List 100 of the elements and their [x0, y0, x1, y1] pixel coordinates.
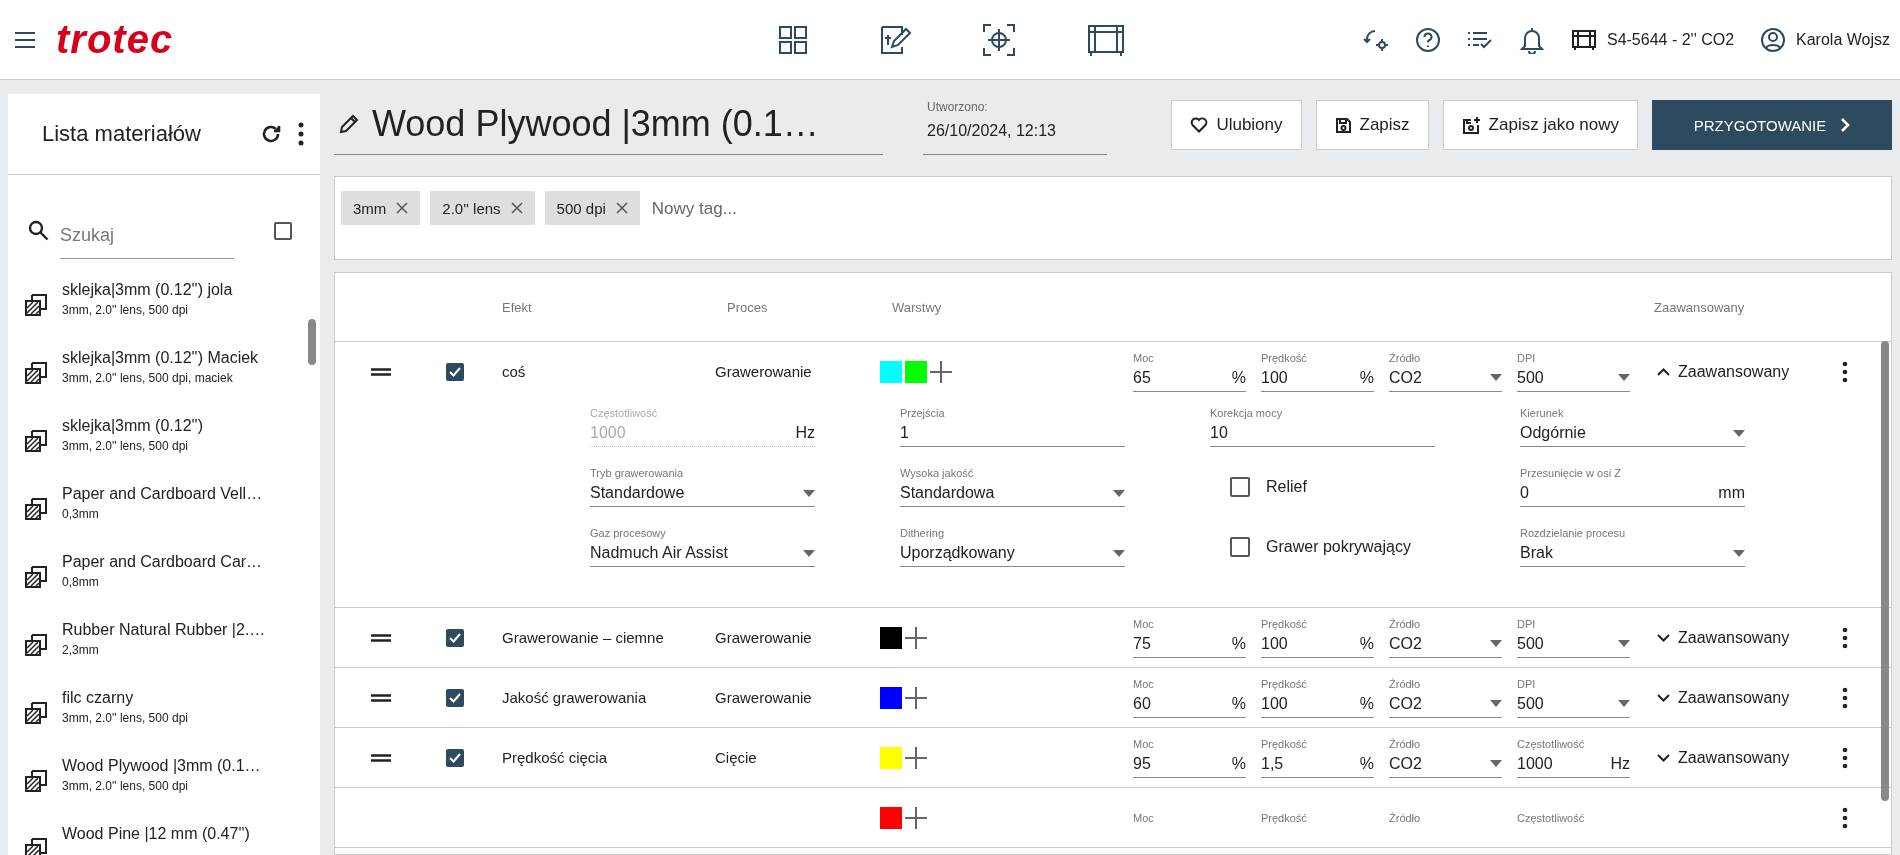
- row-checkbox[interactable]: [446, 362, 464, 381]
- input-field[interactable]: Moc 75 %: [1133, 617, 1246, 658]
- advanced-toggle[interactable]: Zaawansowany: [1657, 363, 1790, 381]
- sync-settings-icon[interactable]: [1362, 27, 1389, 52]
- input-field[interactable]: Częstotliwość: [1517, 811, 1630, 824]
- layer-swatch[interactable]: [880, 746, 902, 769]
- user-name[interactable]: Karola Wojsz: [1796, 30, 1890, 49]
- advanced-toggle[interactable]: Zaawansowany: [1657, 749, 1790, 767]
- material-name[interactable]: Wood Plywood |3mm (0.1…: [62, 757, 261, 775]
- input-field[interactable]: Moc 95 %: [1133, 737, 1246, 778]
- input-field[interactable]: Moc 60 %: [1133, 677, 1246, 718]
- material-stack-icon: [24, 361, 48, 385]
- dropdown-field[interactable]: Gaz procesowy Nadmuch Air Assist: [590, 527, 815, 567]
- dropdown-field[interactable]: Tryb grawerowania Standardowe: [590, 467, 815, 507]
- material-name[interactable]: Rubber Natural Rubber |2.…: [62, 621, 266, 639]
- column-header: Efekt: [502, 299, 533, 315]
- advanced-toggle[interactable]: Zaawansowany: [1657, 629, 1790, 647]
- more-options-icon[interactable]: [1842, 360, 1848, 383]
- tag-chip[interactable]: 2.0'' lens: [430, 191, 535, 225]
- material-stack-icon: [24, 565, 48, 589]
- scrollbar-thumb[interactable]: [1881, 341, 1889, 801]
- material-name[interactable]: Paper and Cardboard Vell…: [62, 485, 263, 503]
- drag-handle-icon[interactable]: [370, 693, 391, 702]
- add-icon[interactable]: [905, 686, 927, 709]
- material-name[interactable]: sklejka|3mm (0.12'') jola: [62, 281, 233, 299]
- input-field[interactable]: Korekcja mocy 10: [1210, 407, 1435, 447]
- dropdown-field[interactable]: Źródło CO2: [1389, 617, 1502, 658]
- material-name[interactable]: sklejka|3mm (0.12''): [62, 417, 203, 435]
- refresh-icon[interactable]: [260, 123, 282, 145]
- save-as-new-button[interactable]: Zapisz jako nowy: [1442, 100, 1638, 150]
- input-field[interactable]: Prędkość 100 %: [1261, 351, 1374, 392]
- dropdown-field[interactable]: Źródło: [1389, 811, 1502, 824]
- advanced-toggle[interactable]: Zaawansowany: [1657, 689, 1790, 707]
- select-all-checkbox[interactable]: [274, 222, 292, 240]
- machine-name[interactable]: S4-5644 - 2'' CO2: [1606, 30, 1735, 49]
- input-field[interactable]: Przejścia 1: [900, 407, 1125, 447]
- machine-frame-icon[interactable]: [1086, 22, 1126, 57]
- scrollbar-thumb[interactable]: [308, 319, 316, 365]
- option-checkbox[interactable]: [1230, 537, 1250, 557]
- material-title[interactable]: Wood Plywood |3mm (0.1…: [372, 103, 819, 145]
- prepare-button[interactable]: PRZYGOTOWANIE: [1652, 100, 1892, 150]
- dropdown-field[interactable]: Dithering Uporządkowany: [900, 527, 1125, 567]
- row-checkbox[interactable]: [446, 748, 464, 767]
- dropdown-field[interactable]: Źródło CO2: [1389, 351, 1502, 392]
- layer-swatch[interactable]: [880, 626, 902, 649]
- search-icon: [28, 220, 50, 242]
- more-options-icon[interactable]: [1842, 686, 1848, 709]
- add-icon[interactable]: [905, 746, 927, 769]
- material-name[interactable]: Wood Pine |12 mm (0.47''): [62, 825, 250, 843]
- layer-swatch[interactable]: [880, 360, 902, 383]
- input-field[interactable]: Częstotliwość 1000 Hz: [1517, 737, 1630, 778]
- input-field[interactable]: Moc 65 %: [1133, 351, 1246, 392]
- add-icon[interactable]: [930, 360, 952, 383]
- material-name[interactable]: sklejka|3mm (0.12'') Maciek: [62, 349, 259, 367]
- column-header: Zaawansowany: [1654, 299, 1745, 315]
- input-field[interactable]: Prędkość 100 %: [1261, 617, 1374, 658]
- close-icon[interactable]: [510, 202, 523, 214]
- favorite-button[interactable]: Ulubiony: [1171, 100, 1302, 150]
- grid-icon[interactable]: [778, 24, 808, 55]
- close-icon[interactable]: [396, 202, 409, 214]
- add-icon[interactable]: [905, 806, 927, 829]
- layer-swatch[interactable]: [905, 360, 927, 383]
- save-button[interactable]: Zapisz: [1315, 100, 1429, 150]
- dropdown-field[interactable]: Wysoka jakość Standardowa: [900, 467, 1125, 507]
- dropdown-field[interactable]: Źródło CO2: [1389, 677, 1502, 718]
- tag-chip[interactable]: 3mm: [341, 191, 421, 225]
- drag-handle-icon[interactable]: [370, 753, 391, 762]
- row-checkbox[interactable]: [446, 628, 464, 647]
- dropdown-field[interactable]: Źródło CO2: [1389, 737, 1502, 778]
- input-field[interactable]: Prędkość 1,5 %: [1261, 737, 1374, 778]
- dropdown-field[interactable]: DPI 500: [1517, 351, 1630, 392]
- menu-icon[interactable]: [14, 30, 36, 49]
- row-checkbox[interactable]: [446, 688, 464, 707]
- drag-handle-icon[interactable]: [370, 367, 391, 376]
- help-icon[interactable]: [1414, 26, 1441, 53]
- more-options-icon[interactable]: [298, 122, 304, 146]
- option-checkbox[interactable]: [1230, 477, 1250, 497]
- dropdown-field[interactable]: DPI 500: [1517, 677, 1630, 718]
- input-field[interactable]: Prędkość: [1261, 811, 1374, 824]
- dropdown-field[interactable]: DPI 500: [1517, 617, 1630, 658]
- layer-swatch[interactable]: [880, 806, 902, 829]
- input-field[interactable]: Moc: [1133, 811, 1246, 824]
- material-name[interactable]: filc czarny: [62, 689, 188, 707]
- bell-icon[interactable]: [1518, 25, 1545, 54]
- layer-swatch[interactable]: [880, 686, 902, 709]
- dropdown-field[interactable]: Kierunek Odgórnie: [1520, 407, 1745, 447]
- material-name[interactable]: Paper and Cardboard Car…: [62, 553, 263, 571]
- more-options-icon[interactable]: [1842, 746, 1848, 769]
- input-field[interactable]: Prędkość 100 %: [1261, 677, 1374, 718]
- input-field[interactable]: Przesunięcie w osi Z 0 mm: [1520, 467, 1745, 507]
- drag-handle-icon[interactable]: [370, 633, 391, 642]
- more-options-icon[interactable]: [1842, 626, 1848, 649]
- add-icon[interactable]: [905, 626, 927, 649]
- close-icon[interactable]: [615, 202, 628, 214]
- material-stack-icon: [24, 497, 48, 521]
- user-avatar-icon[interactable]: [1760, 26, 1787, 53]
- tag-chip[interactable]: 500 dpi: [544, 191, 640, 225]
- crosshair-icon[interactable]: [982, 22, 1016, 57]
- more-options-icon[interactable]: [1842, 806, 1848, 829]
- dropdown-field[interactable]: Rozdzielanie procesu Brak: [1520, 527, 1745, 567]
